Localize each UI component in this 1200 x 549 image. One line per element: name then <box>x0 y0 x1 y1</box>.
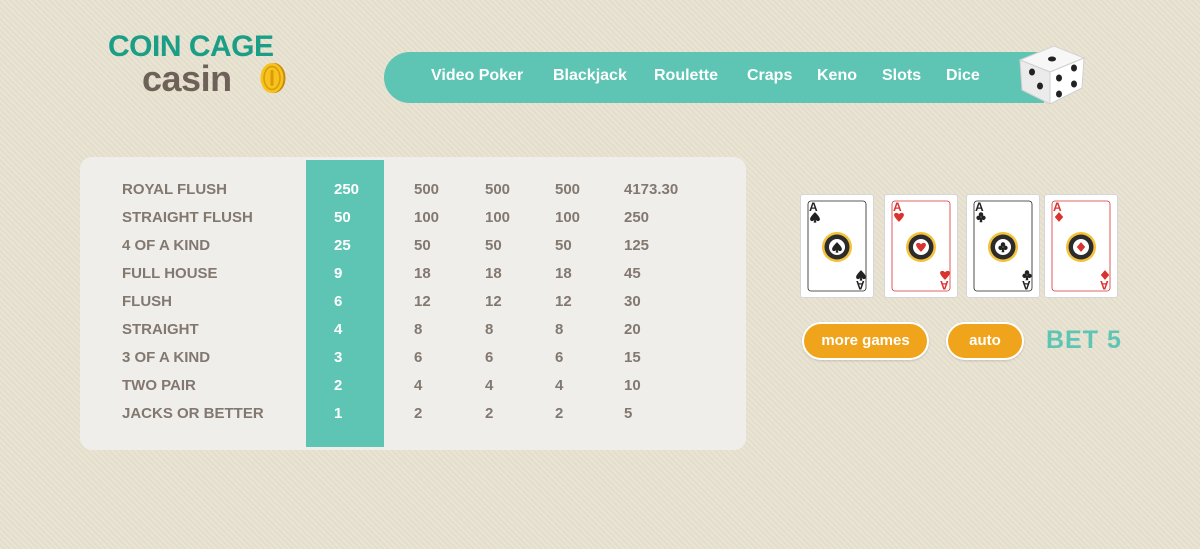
card-rank: A <box>1053 200 1062 214</box>
payout-value: 12 <box>555 293 572 310</box>
card-rank: A <box>809 200 818 214</box>
playing-card[interactable]: AA <box>1044 194 1118 298</box>
payout-value: 125 <box>624 237 650 254</box>
coin-cage-casino-logo[interactable]: COIN CAGE casin <box>108 30 308 100</box>
payout-value: 100 <box>485 209 511 226</box>
paytable-row: FLUSH 6 12 12 12 30 <box>80 293 746 321</box>
hand-name: JACKS OR BETTER <box>122 405 264 422</box>
bet-amount: BET 5 <box>1046 326 1122 354</box>
payout-value: 4 <box>555 377 564 394</box>
payout-value: 10 <box>624 377 641 394</box>
payout-value: 30 <box>624 293 641 310</box>
hand-name: STRAIGHT <box>122 321 199 338</box>
payout-value: 6 <box>414 349 423 366</box>
paytable-row: ROYAL FLUSH 250 500 500 500 4173.30 <box>80 181 746 209</box>
nav-craps[interactable]: Craps <box>747 67 792 85</box>
dice-icon <box>1018 45 1086 105</box>
payout-value: 18 <box>485 265 502 282</box>
payout-value: 100 <box>555 209 581 226</box>
auto-button[interactable]: auto <box>946 322 1024 360</box>
card-rank: A <box>856 278 865 292</box>
paytable-row: 3 OF A KIND 3 6 6 6 15 <box>80 349 746 377</box>
payout-value: 8 <box>555 321 564 338</box>
nav-slots[interactable]: Slots <box>882 67 921 85</box>
payout-value: 2 <box>334 377 343 394</box>
hand-name: STRAIGHT FLUSH <box>122 209 253 226</box>
hand-name: FLUSH <box>122 293 172 310</box>
game-nav-bar: Video Poker Blackjack Roulette Craps Ken… <box>384 52 1044 103</box>
payout-value: 500 <box>555 181 581 198</box>
nav-keno[interactable]: Keno <box>817 67 857 85</box>
paytable-row: FULL HOUSE 9 18 18 18 45 <box>80 265 746 293</box>
card-rank: A <box>940 278 949 292</box>
hand-name: TWO PAIR <box>122 377 196 394</box>
payout-value: 8 <box>414 321 423 338</box>
payout-value: 50 <box>414 237 431 254</box>
paytable-row: TWO PAIR 2 4 4 4 10 <box>80 377 746 405</box>
paytable-row: 4 OF A KIND 25 50 50 50 125 <box>80 237 746 265</box>
playing-card[interactable]: AA <box>966 194 1040 298</box>
payout-value: 2 <box>485 405 494 422</box>
paytable-row: STRAIGHT 4 8 8 8 20 <box>80 321 746 349</box>
payout-value: 6 <box>555 349 564 366</box>
payout-value: 250 <box>624 209 650 226</box>
payout-value: 8 <box>485 321 494 338</box>
payout-value: 12 <box>485 293 502 310</box>
card-rank: A <box>1100 278 1109 292</box>
hand-name: FULL HOUSE <box>122 265 218 282</box>
paytable: ROYAL FLUSH 250 500 500 500 4173.30 STRAIGHT F… <box>80 157 746 450</box>
payout-value: 4173.30 <box>624 181 679 198</box>
payout-value: 18 <box>414 265 431 282</box>
payout-value: 45 <box>624 265 641 282</box>
more-games-button[interactable]: more games <box>802 322 929 360</box>
playing-card[interactable]: AA <box>884 194 958 298</box>
payout-value: 6 <box>334 293 343 310</box>
payout-value: 5 <box>624 405 633 422</box>
payout-value: 250 <box>334 181 360 198</box>
payout-value: 2 <box>555 405 564 422</box>
payout-value: 100 <box>414 209 440 226</box>
payout-value: 12 <box>414 293 431 310</box>
payout-value: 500 <box>485 181 511 198</box>
payout-value: 15 <box>624 349 641 366</box>
card-rank: A <box>893 200 902 214</box>
nav-video-poker[interactable]: Video Poker <box>431 67 523 85</box>
nav-blackjack[interactable]: Blackjack <box>553 67 627 85</box>
payout-value: 18 <box>555 265 572 282</box>
gold-coin-icon <box>260 63 286 93</box>
payout-value: 1 <box>334 405 343 422</box>
logo-line2: casin <box>142 58 232 99</box>
payout-value: 20 <box>624 321 641 338</box>
card-rank: A <box>1022 278 1031 292</box>
payout-value: 4 <box>414 377 423 394</box>
payout-value: 4 <box>334 321 343 338</box>
payout-value: 50 <box>485 237 502 254</box>
payout-value: 9 <box>334 265 343 282</box>
nav-roulette[interactable]: Roulette <box>654 67 718 85</box>
payout-value: 2 <box>414 405 423 422</box>
playing-card[interactable]: AA <box>800 194 874 298</box>
payout-value: 3 <box>334 349 343 366</box>
hand-name: 4 OF A KIND <box>122 237 211 254</box>
paytable-row: JACKS OR BETTER 1 2 2 2 5 <box>80 405 746 433</box>
payout-value: 500 <box>414 181 440 198</box>
hand-name: ROYAL FLUSH <box>122 181 228 198</box>
nav-dice[interactable]: Dice <box>946 67 980 85</box>
payout-value: 50 <box>555 237 572 254</box>
hand-name: 3 OF A KIND <box>122 349 211 366</box>
payout-value: 25 <box>334 237 351 254</box>
payout-value: 6 <box>485 349 494 366</box>
payout-value: 4 <box>485 377 494 394</box>
paytable-row: STRAIGHT FLUSH 50 100 100 100 250 <box>80 209 746 237</box>
payout-value: 50 <box>334 209 351 226</box>
card-rank: A <box>975 200 984 214</box>
